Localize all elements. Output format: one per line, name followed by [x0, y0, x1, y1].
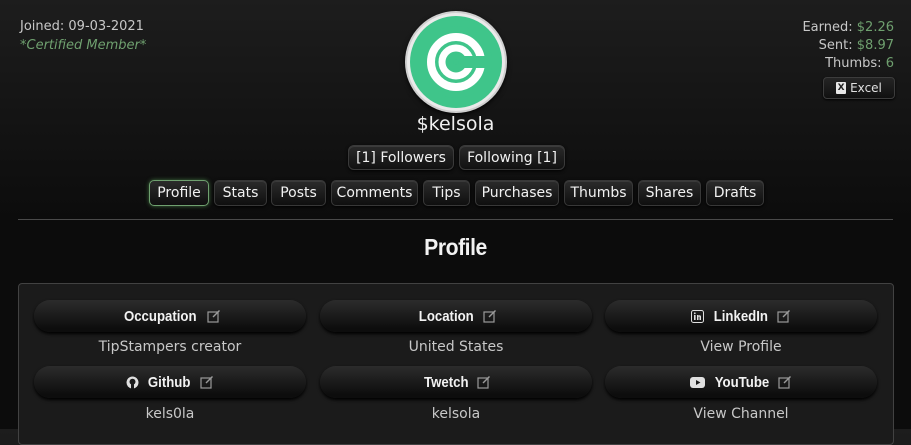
youtube-header: YouTube	[605, 366, 877, 398]
tab-stats[interactable]: Stats	[214, 180, 267, 206]
github-label: Github	[148, 373, 191, 391]
excel-icon: X	[836, 82, 847, 94]
youtube-icon	[689, 376, 705, 388]
twetch-value: kelsola	[431, 406, 481, 422]
tab-thumbs[interactable]: Thumbs	[564, 180, 633, 206]
youtube-label: YouTube	[714, 373, 769, 391]
location-header: Location	[320, 300, 592, 332]
github-value: kels0la	[145, 406, 195, 422]
excel-export-button[interactable]: X Excel	[823, 77, 895, 99]
sent-label: Sent:	[818, 38, 853, 53]
tab-purchases[interactable]: Purchases	[475, 180, 559, 206]
tab-posts[interactable]: Posts	[271, 180, 326, 206]
tab-tips[interactable]: Tips	[423, 180, 470, 206]
linkedin-icon	[690, 309, 704, 323]
tab-shares[interactable]: Shares	[638, 180, 701, 206]
location-value: United States	[408, 339, 504, 355]
earned-label: Earned:	[802, 20, 853, 35]
twetch-label: Twetch	[423, 373, 469, 391]
linkedin-header: LinkedIn	[605, 300, 877, 332]
edit-icon[interactable]	[777, 309, 791, 323]
earned-value: $2.26	[856, 20, 894, 35]
linkedin-label: LinkedIn	[713, 307, 768, 325]
section-title: Profile	[424, 234, 487, 260]
username: $kelsola	[416, 113, 495, 135]
thumbs-value: 6	[885, 56, 894, 71]
tab-drafts[interactable]: Drafts	[706, 180, 764, 206]
thumbs-label: Thumbs:	[825, 56, 882, 71]
location-label: Location	[418, 307, 474, 325]
github-header: Github	[34, 366, 306, 398]
tab-profile[interactable]: Profile	[149, 180, 209, 206]
occupation-header: Occupation	[34, 300, 306, 332]
edit-icon[interactable]	[477, 375, 491, 389]
joined-date: Joined: 09-03-2021	[20, 19, 144, 34]
following-button[interactable]: Following [1]	[459, 145, 565, 170]
excel-label: Excel	[850, 81, 882, 95]
twetch-header: Twetch	[320, 366, 592, 398]
avatar	[410, 16, 502, 108]
followers-button[interactable]: [1] Followers	[348, 145, 454, 170]
certified-badge: *Certified Member*	[20, 38, 147, 53]
edit-icon[interactable]	[200, 375, 214, 389]
edit-icon[interactable]	[483, 309, 497, 323]
tab-comments[interactable]: Comments	[331, 180, 418, 206]
occupation-label: Occupation	[123, 307, 197, 325]
edit-icon[interactable]	[778, 375, 792, 389]
divider	[18, 219, 893, 220]
github-icon	[126, 376, 139, 388]
linkedin-link[interactable]: View Profile	[605, 339, 877, 355]
youtube-link[interactable]: View Channel	[605, 406, 877, 422]
stats-summary: Earned: $2.26 Sent: $8.97 Thumbs: 6	[802, 19, 894, 73]
sent-value: $8.97	[856, 38, 894, 53]
edit-icon[interactable]	[207, 309, 221, 323]
occupation-value: TipStampers creator	[98, 339, 242, 355]
tipstampers-logo-icon	[420, 26, 492, 98]
